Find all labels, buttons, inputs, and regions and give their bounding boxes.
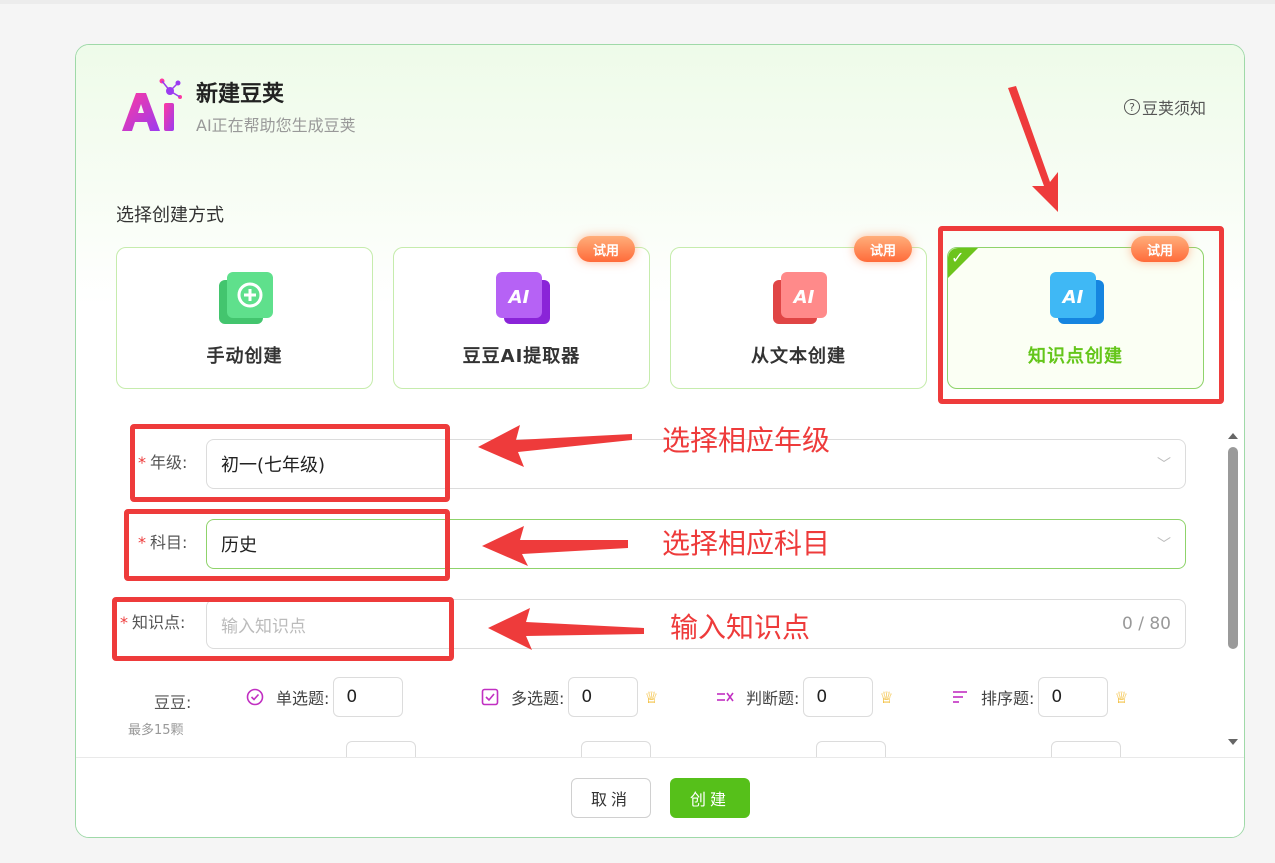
arrow-grade	[478, 425, 632, 467]
arrow-card	[1008, 86, 1058, 212]
arrow-knowledge	[488, 608, 644, 650]
annotation-arrows	[478, 86, 1058, 650]
arrow-subject	[482, 526, 628, 566]
